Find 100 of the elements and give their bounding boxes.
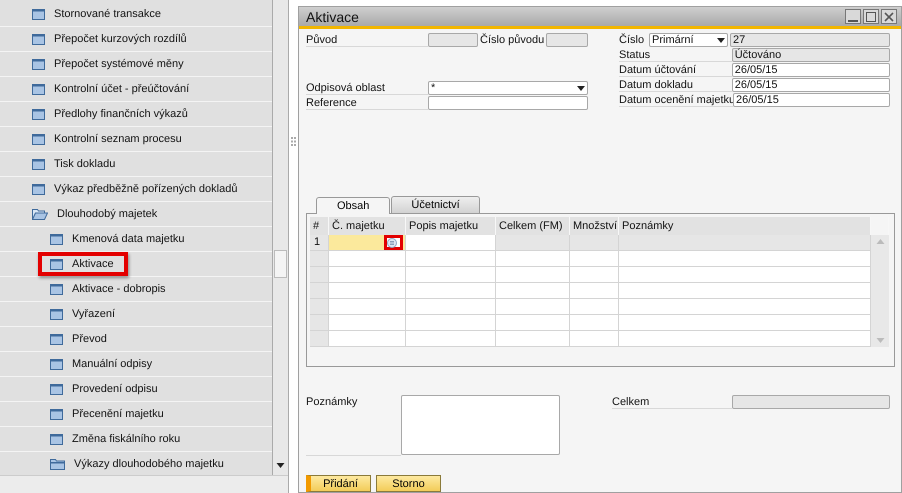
action-button[interactable]: Přidání — [306, 475, 371, 492]
close-icon — [884, 12, 894, 22]
column-header[interactable]: Množství — [570, 217, 619, 235]
input-field[interactable] — [428, 96, 588, 110]
menu-folder[interactable]: Dlouhodobý majetek — [0, 202, 272, 227]
scroll-down-icon[interactable] — [276, 462, 285, 468]
form-icon — [32, 58, 45, 70]
form-icon — [50, 234, 63, 244]
folder-icon — [50, 458, 65, 470]
menu-item[interactable]: Tisk dokladu — [0, 152, 272, 177]
menu-item-label: Manuální odpisy — [72, 358, 152, 370]
table-cell[interactable] — [329, 235, 406, 251]
field-label: Datum dokladu — [619, 78, 732, 92]
dropdown-arrow-icon[interactable] — [717, 38, 725, 42]
row-number: 1 — [310, 235, 329, 251]
menu-item-label: Aktivace - dobropis — [72, 283, 166, 295]
field-label: Odpisová oblast — [306, 81, 428, 95]
field-label: Číslo původu — [479, 33, 546, 47]
menu-item[interactable]: Kontrolní seznam procesu — [0, 127, 272, 152]
menu-item-label: Vyřazení — [72, 308, 116, 320]
splitter-grip-icon[interactable] — [291, 137, 296, 146]
menu-item-label: Aktivace — [72, 258, 114, 270]
input-field[interactable] — [732, 395, 890, 409]
field-label: Celkem — [612, 395, 732, 409]
scroll-up-icon[interactable] — [876, 239, 884, 244]
menu-item-label: Provedení odpisu — [72, 383, 158, 395]
field-label: Číslo — [619, 33, 646, 47]
action-button[interactable]: Storno — [376, 475, 441, 492]
minimize-icon — [848, 20, 858, 22]
menu-item[interactable]: Vyřazení — [0, 302, 272, 327]
remarks-field[interactable] — [401, 395, 560, 455]
menu-item[interactable]: Aktivace - dobropis — [0, 277, 272, 302]
form-icon — [32, 8, 45, 20]
folder-open-icon — [32, 208, 48, 220]
menu-item[interactable]: Přecenění majetku — [0, 402, 272, 427]
input-field[interactable]: 26/05/15 — [732, 78, 890, 92]
input-field[interactable]: 26/05/15 — [732, 63, 890, 77]
row-header[interactable] — [310, 315, 329, 331]
input-field[interactable] — [546, 33, 588, 47]
form-icon — [32, 34, 45, 44]
menu-item[interactable]: Přepočet kurzových rozdílů — [0, 27, 272, 52]
form-icon — [32, 158, 45, 170]
minimize-button[interactable] — [845, 9, 861, 24]
close-button[interactable] — [881, 9, 897, 24]
row-header[interactable] — [310, 283, 329, 299]
input-field[interactable]: 26/05/15 — [733, 93, 890, 107]
menu-item-label: Převod — [72, 333, 107, 345]
menu-item-label: Předlohy finančních výkazů — [54, 108, 188, 120]
dropdown-field[interactable]: Primární — [649, 33, 728, 47]
menu-item-label: Přepočet systémové měny — [54, 58, 184, 70]
tab[interactable]: Obsah — [316, 197, 390, 214]
input-field[interactable] — [428, 33, 478, 47]
menu-item[interactable]: Manuální odpisy — [0, 352, 272, 377]
dropdown-arrow-icon[interactable] — [577, 86, 585, 90]
input-field[interactable]: Účtováno — [732, 48, 890, 62]
maximize-button[interactable] — [863, 9, 879, 24]
row-header[interactable] — [310, 251, 329, 267]
menu-item[interactable]: Kmenová data majetku — [0, 227, 272, 252]
field-label: Původ — [306, 33, 428, 47]
menu-item-label: Změna fiskálního roku — [72, 433, 180, 445]
row-header[interactable] — [310, 331, 329, 347]
dropdown-field[interactable]: * — [428, 81, 588, 95]
menu-item-label: Kmenová data majetku — [72, 233, 185, 245]
column-header[interactable]: # — [310, 217, 329, 235]
row-header[interactable] — [310, 299, 329, 315]
menu-item[interactable]: Předlohy finančních výkazů — [0, 102, 272, 127]
form-icon — [32, 108, 45, 120]
column-header[interactable]: Č. majetku — [329, 217, 406, 235]
menu-item[interactable]: Provedení odpisu — [0, 377, 272, 402]
menu-item[interactable]: Aktivace — [0, 252, 272, 277]
menu-item[interactable]: Přepočet systémové měny — [0, 52, 272, 77]
menu-item[interactable]: Kontrolní účet - přeúčtování — [0, 77, 272, 102]
link-icon[interactable] — [387, 238, 397, 248]
menu-item-label: Výkazy dlouhodobého majetku — [74, 458, 224, 470]
form-icon — [50, 334, 63, 344]
column-header[interactable]: Celkem (FM) — [496, 217, 570, 235]
table-cell — [570, 267, 619, 283]
form-icon — [32, 134, 45, 144]
input-field[interactable]: 27 — [730, 33, 890, 47]
form-icon — [50, 284, 63, 294]
column-header[interactable]: Poznámky — [619, 217, 871, 235]
table-cell — [570, 235, 619, 251]
menu-item[interactable]: Změna fiskálního roku — [0, 427, 272, 452]
menu-item-label: Tisk dokladu — [54, 158, 116, 170]
table-cell — [570, 251, 619, 267]
column-header[interactable]: Popis majetku — [406, 217, 496, 235]
row-header[interactable] — [310, 267, 329, 283]
tab[interactable]: Účetnictví — [391, 196, 480, 213]
menu-item-label: Kontrolní seznam procesu — [54, 133, 182, 145]
menu-item-label: Výkaz předběžně pořízených dokladů — [54, 183, 238, 195]
form-icon — [50, 308, 63, 320]
menu-item[interactable]: Výkaz předběžně pořízených dokladů — [0, 177, 272, 202]
scrollbar-thumb[interactable] — [274, 250, 287, 278]
scrollbar[interactable] — [871, 235, 889, 347]
field-label: Status — [619, 48, 732, 62]
field-label: Datum účtování — [619, 63, 732, 77]
menu-item-label: Kontrolní účet - přeúčtování — [54, 83, 190, 95]
menu-item[interactable]: Stornované transakce — [0, 2, 272, 27]
menu-item[interactable]: Převod — [0, 327, 272, 352]
form-icon — [50, 408, 63, 420]
